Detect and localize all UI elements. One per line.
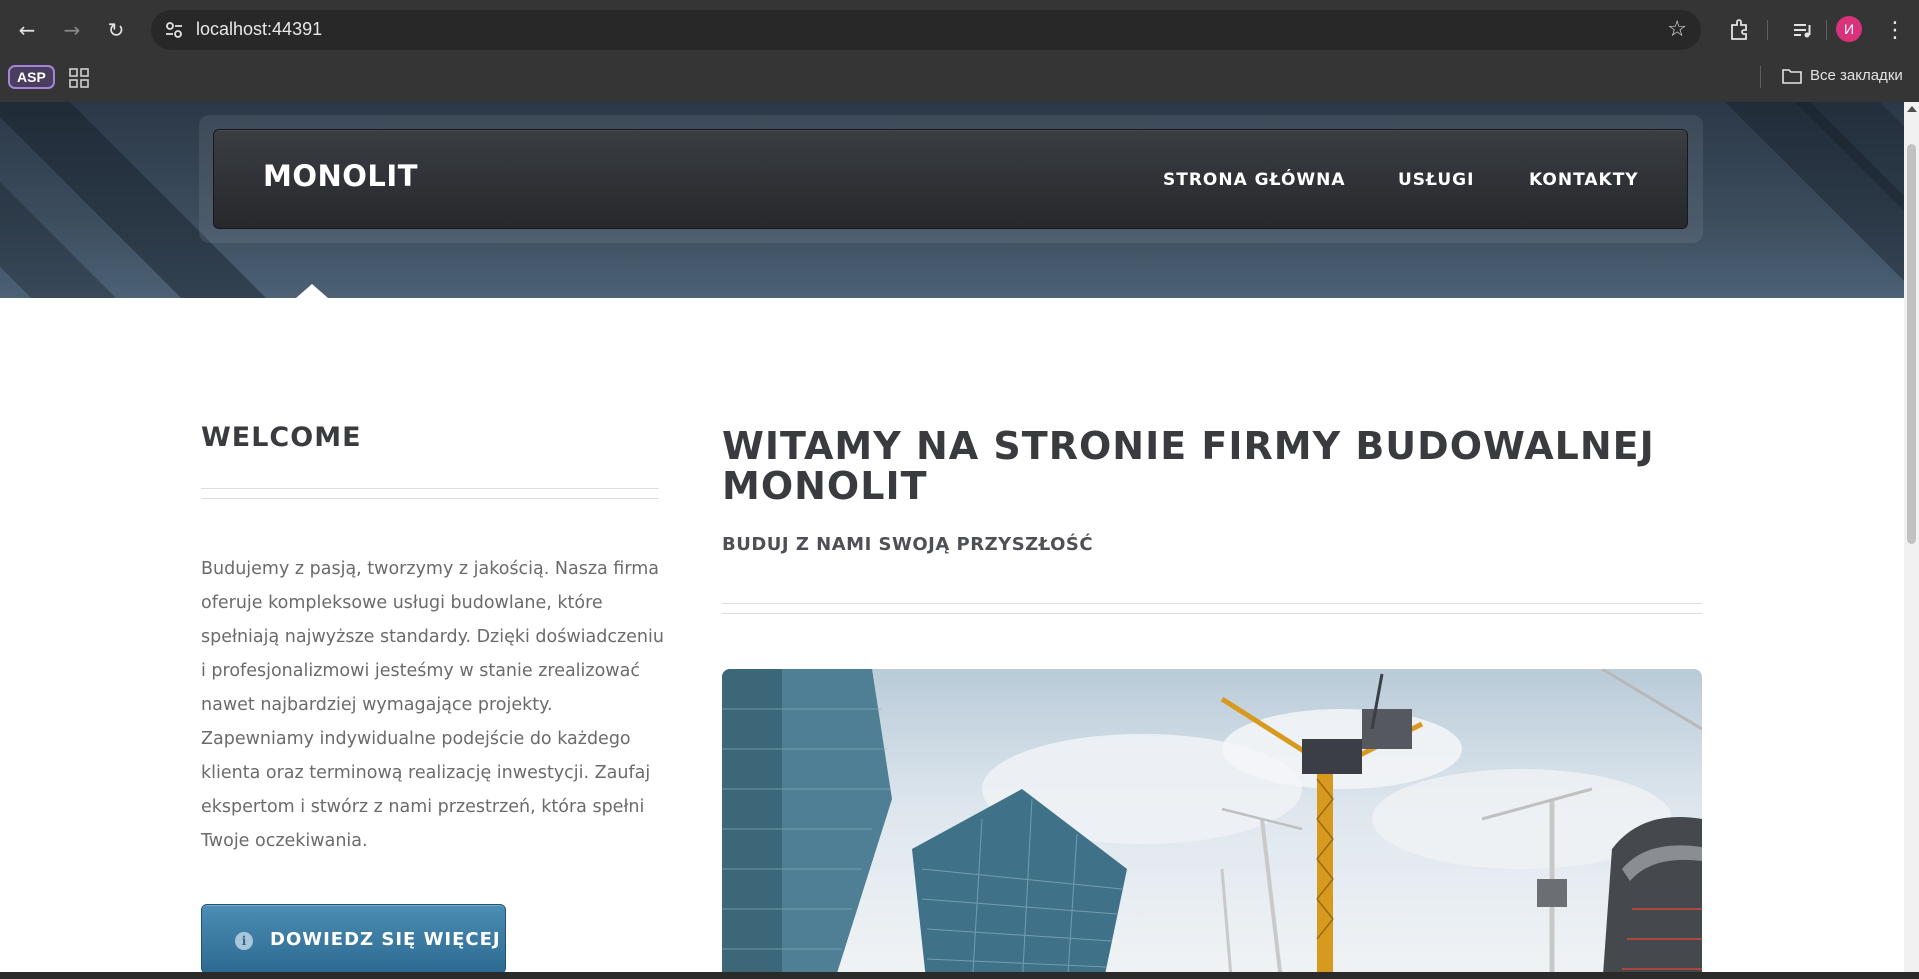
menu-kebab-icon[interactable]: ⋮ bbox=[1880, 15, 1910, 45]
bookmark-asp[interactable]: ASP bbox=[8, 65, 55, 89]
all-bookmarks-label: Все закладки bbox=[1810, 67, 1903, 84]
browser-toolbar: ← → ↻ localhost:44391 ☆ И ⋮ bbox=[0, 0, 1919, 58]
nav-link-contacts[interactable]: KONTAKTY bbox=[1529, 170, 1639, 190]
profile-avatar[interactable]: И bbox=[1836, 16, 1862, 42]
address-bar[interactable]: localhost:44391 ☆ bbox=[151, 10, 1701, 50]
scroll-up-icon[interactable] bbox=[1907, 106, 1917, 112]
info-icon: i bbox=[235, 932, 253, 950]
all-bookmarks-folder[interactable]: Все закладки bbox=[1782, 67, 1903, 84]
extensions-icon[interactable] bbox=[1724, 15, 1754, 45]
main-divider bbox=[722, 613, 1702, 614]
learn-more-label: DOWIEDZ SIĘ WIĘCEJ bbox=[270, 929, 501, 950]
forward-icon[interactable]: → bbox=[56, 14, 88, 46]
learn-more-button[interactable]: i DOWIEDZ SIĘ WIĘCEJ bbox=[201, 904, 506, 972]
sidebar-text: Budujemy z pasją, tworzymy z jakością. N… bbox=[201, 559, 664, 851]
media-playlist-icon[interactable] bbox=[1787, 15, 1817, 45]
address-url[interactable]: localhost:44391 bbox=[196, 19, 322, 40]
bookmarks-separator bbox=[1760, 66, 1761, 88]
browser-chrome: ← → ↻ localhost:44391 ☆ И ⋮ ASP Все закл… bbox=[0, 0, 1919, 102]
back-icon[interactable]: ← bbox=[11, 14, 43, 46]
nav-link-services[interactable]: USŁUGI bbox=[1398, 170, 1474, 190]
toolbar-separator bbox=[1826, 20, 1827, 40]
window-bottom-edge bbox=[0, 972, 1919, 979]
sidebar-divider bbox=[201, 488, 659, 489]
page-subtitle: BUDUJ Z NAMI SWOJĄ PRZYSZŁOŚĆ bbox=[722, 534, 1094, 555]
scrollbar-thumb[interactable] bbox=[1907, 144, 1916, 544]
bookmark-star-icon[interactable]: ☆ bbox=[1667, 17, 1687, 42]
page-scrollbar[interactable] bbox=[1904, 102, 1919, 972]
page-title: WITAMY NA STRONIE FIRMY BUDOWALNEJ MONOL… bbox=[722, 424, 1655, 508]
sidebar-divider bbox=[201, 498, 659, 499]
site-logo[interactable]: MONOLIT bbox=[263, 159, 418, 193]
nav-link-home[interactable]: STRONA GŁÓWNA bbox=[1163, 170, 1346, 190]
main-divider bbox=[722, 603, 1702, 604]
page-viewport: MONOLIT STRONA GŁÓWNA USŁUGI KONTAKTY WE… bbox=[0, 102, 1904, 972]
construction-cranes-image bbox=[722, 669, 1702, 972]
apps-grid-icon[interactable] bbox=[68, 67, 90, 89]
folder-icon bbox=[1782, 68, 1802, 84]
site-settings-icon[interactable] bbox=[163, 19, 185, 41]
bookmarks-bar: ASP Все закладки bbox=[0, 58, 1919, 102]
sidebar-title: WELCOME bbox=[201, 422, 362, 453]
construction-illustration bbox=[722, 669, 1702, 972]
reload-icon[interactable]: ↻ bbox=[100, 14, 132, 46]
toolbar-separator bbox=[1767, 20, 1768, 40]
banner-notch bbox=[296, 284, 328, 298]
